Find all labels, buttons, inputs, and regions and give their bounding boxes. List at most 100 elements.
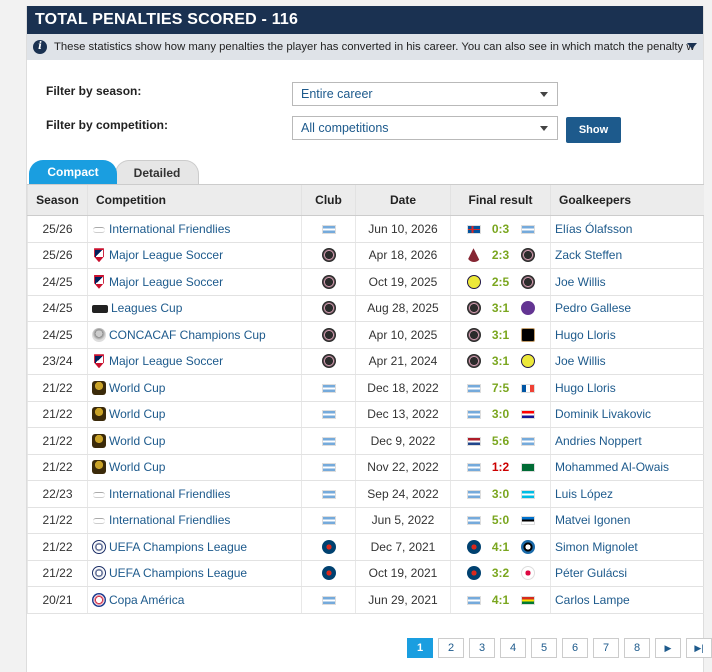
argentina-flag-icon[interactable] (466, 410, 481, 420)
header-final-result[interactable]: Final result (450, 184, 551, 216)
goalkeeper-link[interactable]: Mohammed Al-Owais (555, 460, 669, 474)
psg-crest-icon[interactable] (321, 539, 336, 554)
page-button[interactable]: 7 (593, 638, 619, 658)
date-cell[interactable]: Dec 9, 2022 (355, 427, 451, 455)
goalkeeper-link[interactable]: Joe Willis (555, 275, 606, 289)
date-cell[interactable]: Apr 18, 2026 (355, 242, 451, 269)
date-cell[interactable]: Oct 19, 2021 (355, 560, 451, 587)
argentina-flag-icon[interactable] (321, 516, 336, 526)
argentina-flag-icon[interactable] (321, 436, 336, 446)
argentina-flag-icon[interactable] (466, 463, 481, 473)
competition-select[interactable]: All competitions (292, 116, 558, 140)
inter-miami-crest-icon[interactable] (520, 274, 535, 289)
date-cell[interactable]: Dec 18, 2022 (355, 374, 451, 402)
competition-link[interactable]: UEFA Champions League (109, 566, 247, 580)
psg-crest-icon[interactable] (321, 566, 336, 581)
score-link[interactable]: 5:6 (481, 434, 521, 448)
page-button[interactable]: 4 (500, 638, 526, 658)
goalkeeper-link[interactable]: Elías Ólafsson (555, 222, 632, 236)
score-link[interactable]: 3:0 (481, 487, 521, 501)
rb-leipzig-crest-icon[interactable] (520, 566, 535, 581)
inter-miami-crest-icon[interactable] (520, 248, 535, 263)
competition-link[interactable]: World Cup (109, 460, 165, 474)
argentina-flag-icon[interactable] (321, 410, 336, 420)
competition-link[interactable]: International Friendlies (109, 487, 230, 501)
psg-crest-icon[interactable] (466, 539, 481, 554)
season-select[interactable]: Entire career (292, 82, 558, 106)
date-cell[interactable]: Apr 10, 2025 (355, 321, 451, 349)
saudi-arabia-flag-icon[interactable] (520, 463, 535, 473)
date-cell[interactable]: Sep 24, 2022 (355, 480, 451, 508)
iceland-flag-icon[interactable] (466, 224, 481, 234)
honduras-flag-icon[interactable] (520, 489, 535, 499)
inter-miami-crest-icon[interactable] (321, 354, 336, 369)
competition-link[interactable]: World Cup (109, 381, 165, 395)
score-link[interactable]: 3:1 (481, 301, 521, 315)
argentina-flag-icon[interactable] (321, 463, 336, 473)
score-link[interactable]: 7:5 (481, 381, 521, 395)
score-link[interactable]: 3:0 (481, 407, 521, 421)
competition-link[interactable]: Major League Soccer (109, 248, 223, 262)
goalkeeper-link[interactable]: Hugo Lloris (555, 381, 616, 395)
date-cell[interactable]: Apr 21, 2024 (355, 348, 451, 375)
goalkeeper-link[interactable]: Luis López (555, 487, 613, 501)
goalkeeper-link[interactable]: Matvei Igonen (555, 513, 630, 527)
competition-link[interactable]: UEFA Champions League (109, 540, 247, 554)
chevron-down-icon[interactable] (687, 43, 697, 49)
argentina-flag-icon[interactable] (321, 595, 336, 605)
competition-link[interactable]: World Cup (109, 407, 165, 421)
page-button[interactable]: 3 (469, 638, 495, 658)
competition-link[interactable]: Leagues Cup (111, 301, 182, 315)
header-season[interactable]: Season (27, 184, 88, 216)
argentina-flag-icon[interactable] (466, 383, 481, 393)
goalkeeper-link[interactable]: Pedro Gallese (555, 301, 631, 315)
score-link[interactable]: 2:3 (481, 248, 521, 262)
bolivia-flag-icon[interactable] (520, 595, 535, 605)
inter-miami-crest-icon[interactable] (466, 301, 481, 316)
lafc-crest-icon[interactable] (520, 327, 535, 342)
psg-crest-icon[interactable] (466, 566, 481, 581)
inter-miami-crest-icon[interactable] (321, 327, 336, 342)
date-cell[interactable]: Nov 22, 2022 (355, 454, 451, 481)
page-button[interactable]: 5 (531, 638, 557, 658)
goalkeeper-link[interactable]: Joe Willis (555, 354, 606, 368)
score-link[interactable]: 3:1 (481, 354, 521, 368)
argentina-flag-icon[interactable] (520, 224, 535, 234)
score-link[interactable]: 5:0 (481, 513, 521, 527)
score-link[interactable]: 1:2 (481, 460, 521, 474)
date-cell[interactable]: Oct 19, 2025 (355, 268, 451, 296)
header-competition[interactable]: Competition (87, 184, 302, 216)
date-cell[interactable]: Dec 13, 2022 (355, 401, 451, 428)
score-link[interactable]: 3:2 (481, 566, 521, 580)
goalkeeper-link[interactable]: Zack Steffen (555, 248, 622, 262)
croatia-flag-icon[interactable] (520, 410, 535, 420)
date-cell[interactable]: Jun 10, 2026 (355, 215, 451, 243)
competition-link[interactable]: International Friendlies (109, 513, 230, 527)
argentina-flag-icon[interactable] (321, 489, 336, 499)
inter-miami-crest-icon[interactable] (321, 248, 336, 263)
argentina-flag-icon[interactable] (520, 436, 535, 446)
goalkeeper-link[interactable]: Carlos Lampe (555, 593, 630, 607)
header-date[interactable]: Date (355, 184, 451, 216)
inter-miami-crest-icon[interactable] (321, 301, 336, 316)
orlando-city-crest-icon[interactable] (520, 301, 535, 316)
show-button[interactable]: Show (566, 117, 621, 143)
estonia-flag-icon[interactable] (520, 516, 535, 526)
argentina-flag-icon[interactable] (466, 595, 481, 605)
score-link[interactable]: 4:1 (481, 593, 521, 607)
score-link[interactable]: 2:5 (481, 275, 521, 289)
inter-miami-crest-icon[interactable] (321, 274, 336, 289)
argentina-flag-icon[interactable] (321, 383, 336, 393)
france-flag-icon[interactable] (520, 383, 535, 393)
netherlands-flag-icon[interactable] (466, 436, 481, 446)
goalkeeper-link[interactable]: Péter Gulácsi (555, 566, 627, 580)
score-link[interactable]: 3:1 (481, 328, 521, 342)
competition-link[interactable]: Major League Soccer (109, 354, 223, 368)
inter-miami-crest-icon[interactable] (466, 327, 481, 342)
date-cell[interactable]: Jun 5, 2022 (355, 507, 451, 534)
nashville-crest-icon[interactable] (520, 354, 535, 369)
page-button[interactable]: 8 (624, 638, 650, 658)
goalkeeper-link[interactable]: Simon Mignolet (555, 540, 638, 554)
competition-link[interactable]: Major League Soccer (109, 275, 223, 289)
nashville-crest-icon[interactable] (466, 274, 481, 289)
